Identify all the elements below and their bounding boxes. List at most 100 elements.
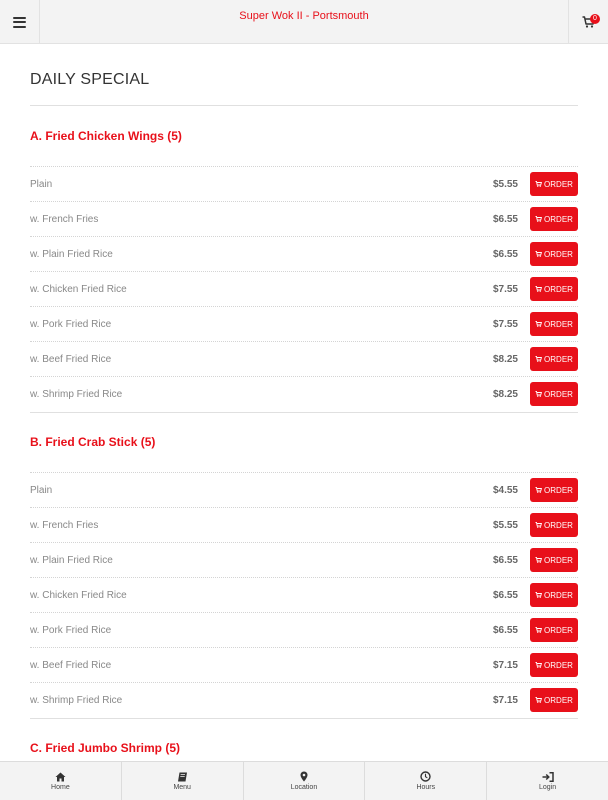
menu-item-row: w. Plain Fried Rice $6.55 ORDER [30,236,578,271]
map-marker-icon [300,771,308,782]
item-price: $7.15 [492,694,518,706]
menu-section: A. Fried Chicken Wings (5) Plain $5.55 ORDE… [30,122,578,413]
menu-item-row: w. Chicken Fried Rice $7.55 ORDER [30,271,578,306]
item-name: w. Beef Fried Rice [30,659,112,671]
nav-login[interactable]: Login [487,762,608,800]
nav-hours[interactable]: Hours [365,762,488,800]
item-name: w. Beef Fried Rice [30,353,112,365]
order-button[interactable]: ORDER [530,513,578,537]
order-label: ORDER [544,284,573,294]
order-label: ORDER [544,590,573,600]
item-name: w. Shrimp Fried Rice [30,388,123,400]
menu-item-row: w. Beef Fried Rice $7.15 ORDER [30,647,578,682]
item-price: $6.55 [492,213,518,225]
cart-icon [535,321,543,327]
nav-hours-label: Hours [416,784,436,791]
menu-item-row: w. French Fries $5.55 ORDER [30,507,578,542]
menu-toggle-button[interactable] [0,0,40,44]
item-price: $5.55 [492,178,518,190]
home-icon [55,772,66,781]
menu-item-row: w. Chicken Fried Rice $6.55 ORDER [30,577,578,612]
item-price: $6.55 [492,248,518,260]
order-label: ORDER [544,389,573,399]
item-name: w. French Fries [30,519,99,531]
nav-login-label: Login [539,783,557,791]
order-label: ORDER [544,249,573,259]
item-name: w. Pork Fried Rice [30,624,112,636]
item-name: w. Chicken Fried Rice [30,283,127,295]
order-button[interactable]: ORDER [530,242,578,266]
page-title: DAILY SPECIAL [30,71,150,88]
order-button[interactable]: ORDER [530,583,578,607]
menu-item-row: w. Beef Fried Rice $8.25 ORDER [30,341,578,376]
book-icon [177,772,187,781]
menu-item-row: w. Pork Fried Rice $6.55 ORDER [30,612,578,647]
menu-item-row: Plain $4.55 ORDER [30,472,578,507]
order-button[interactable]: ORDER [530,382,578,406]
order-label: ORDER [544,214,573,224]
item-price: $6.55 [492,624,518,636]
order-label: ORDER [544,660,573,670]
bottom-nav: Home Menu Location Hours Login [0,761,608,800]
order-button[interactable]: ORDER [530,277,578,301]
top-bar: Super Wok II - Portsmouth 0 [0,0,608,44]
section-divider [30,718,578,719]
menu-item-row: w. French Fries $6.55 ORDER [30,201,578,236]
item-name: w. Plain Fried Rice [30,248,113,260]
cart-icon [535,356,543,362]
order-label: ORDER [544,354,573,364]
nav-menu[interactable]: Menu [122,762,244,800]
order-button[interactable]: ORDER [530,172,578,196]
item-price: $6.55 [492,554,518,566]
cart-icon [535,557,543,563]
item-name: w. Chicken Fried Rice [30,589,127,601]
order-button[interactable]: ORDER [530,618,578,642]
section-divider [30,412,578,413]
cart-button[interactable]: 0 [568,0,608,44]
order-button[interactable]: ORDER [530,478,578,502]
order-button[interactable]: ORDER [530,653,578,677]
order-button[interactable]: ORDER [530,312,578,336]
order-label: ORDER [544,625,573,635]
item-price: $4.55 [492,484,518,496]
order-button[interactable]: ORDER [530,347,578,371]
cart-icon [535,522,543,528]
cart-icon [535,487,543,493]
menu-item-row: w. Shrimp Fried Rice $8.25 ORDER [30,376,578,411]
item-name: w. Shrimp Fried Rice [30,694,123,706]
nav-home[interactable]: Home [0,762,122,800]
item-name: w. French Fries [30,213,99,225]
section-title: B. Fried Crab Stick (5) [30,435,156,449]
menu-item-row: w. Plain Fried Rice $6.55 ORDER [30,542,578,577]
item-price: $7.55 [492,318,518,330]
order-button[interactable]: ORDER [530,207,578,231]
order-label: ORDER [544,695,573,705]
cart-icon [535,627,543,633]
menu-section: B. Fried Crab Stick (5) Plain $4.55 ORDER w.… [30,428,578,719]
cart-count-badge: 0 [590,14,600,24]
order-label: ORDER [544,179,573,189]
item-name: w. Plain Fried Rice [30,554,113,566]
item-price: $5.55 [492,519,518,531]
cart-icon [535,697,543,703]
order-button[interactable]: ORDER [530,548,578,572]
clock-icon [420,771,431,782]
order-label: ORDER [544,520,573,530]
item-price: $6.55 [492,589,518,601]
divider [30,105,578,106]
order-label: ORDER [544,319,573,329]
nav-location[interactable]: Location [244,762,366,800]
order-label: ORDER [544,555,573,565]
item-price: $8.25 [492,353,518,365]
nav-home-label: Home [51,783,70,791]
section-title: A. Fried Chicken Wings (5) [30,129,182,143]
sign-in-icon [542,771,554,782]
nav-location-label: Location [290,784,318,791]
cart-icon [535,592,543,598]
order-button[interactable]: ORDER [530,688,578,712]
item-price: $8.25 [492,388,518,400]
item-name: Plain [30,178,53,190]
menu-item-row: w. Pork Fried Rice $7.55 ORDER [30,306,578,341]
item-price: $7.15 [492,659,518,671]
menu-section: C. Fried Jumbo Shrimp (5) [30,734,578,761]
